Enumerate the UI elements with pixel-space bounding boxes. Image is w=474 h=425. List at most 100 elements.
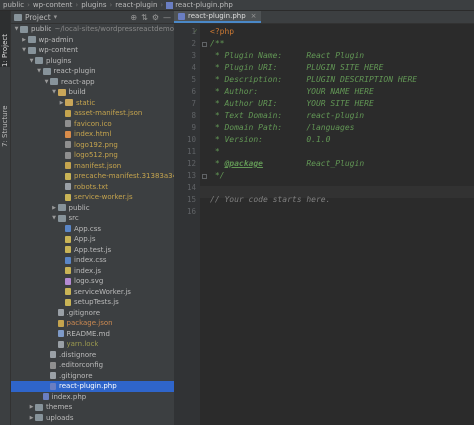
- project-tool-tab[interactable]: 1: Project: [0, 11, 10, 67]
- folder-icon: [50, 78, 58, 86]
- chevron-down-icon[interactable]: ▼: [51, 87, 58, 98]
- ico-file-icon: [65, 120, 71, 128]
- close-icon[interactable]: ×: [251, 12, 257, 20]
- fold-marker-icon[interactable]: [202, 42, 207, 47]
- doc-comment-text: * Text Domain: react-plugin: [210, 111, 365, 120]
- chevron-right-icon[interactable]: ▶: [51, 203, 58, 214]
- tree-row[interactable]: ▼ build: [11, 87, 174, 98]
- chevron-right-icon[interactable]: ▶: [28, 413, 35, 424]
- breadcrumb-separator: ›: [75, 1, 79, 9]
- chevron-right-icon[interactable]: ▶: [21, 35, 28, 46]
- tree-row[interactable]: precache-manifest.31383a34a6fdfd1: [11, 171, 174, 182]
- tree-row[interactable]: ▶ public: [11, 203, 174, 214]
- js-file-icon: [65, 235, 71, 243]
- tree-row[interactable]: react-plugin.php: [11, 381, 174, 392]
- tree-row[interactable]: index.php: [11, 392, 174, 403]
- tree-row[interactable]: README.md: [11, 329, 174, 340]
- tree-row[interactable]: ▶ wp-admin: [11, 35, 174, 46]
- chevron-down-icon[interactable]: ▼: [36, 66, 43, 77]
- chevron-down-icon[interactable]: ▾: [54, 13, 58, 21]
- tree-row[interactable]: logo.svg: [11, 276, 174, 287]
- tree-row[interactable]: .distignore: [11, 350, 174, 361]
- line-number: 15: [186, 195, 196, 204]
- breadcrumb-item[interactable]: react-plugin.php: [166, 1, 233, 9]
- tree-row[interactable]: index.css: [11, 255, 174, 266]
- tree-row[interactable]: ▶ uploads: [11, 413, 174, 424]
- tree-row[interactable]: serviceWorker.js: [11, 287, 174, 298]
- tree-row[interactable]: manifest.json: [11, 161, 174, 172]
- tree-row[interactable]: ▼ plugins: [11, 56, 174, 67]
- locate-icon[interactable]: ⊕: [130, 13, 137, 22]
- chevron-down-icon[interactable]: ▼: [28, 56, 35, 67]
- tree-row[interactable]: .gitignore: [11, 308, 174, 319]
- txt-file-icon: [50, 372, 56, 380]
- chevron-right-icon[interactable]: ▶: [58, 98, 65, 109]
- editor-tab[interactable]: react-plugin.php ×: [174, 11, 261, 23]
- code-line: */: [210, 171, 225, 180]
- tree-row[interactable]: App.js: [11, 234, 174, 245]
- fold-marker-icon[interactable]: [202, 174, 207, 179]
- breadcrumb-item[interactable]: wp-content: [33, 1, 73, 9]
- tree-row[interactable]: setupTests.js: [11, 297, 174, 308]
- code-line: * @package React_Plugin: [210, 159, 364, 168]
- hide-icon[interactable]: —: [163, 13, 171, 22]
- tree-item-label: precache-manifest.31383a34a6fdfd1: [74, 172, 174, 180]
- tree-row[interactable]: logo192.png: [11, 140, 174, 151]
- line-number: 2: [191, 39, 196, 48]
- tree-row[interactable]: ▼ public ~/local-sites/wordpressreactdemo: [11, 24, 174, 35]
- tree-row[interactable]: robots.txt: [11, 182, 174, 193]
- tree-row[interactable]: ▼ react-app: [11, 77, 174, 88]
- tree-row[interactable]: yarn.lock: [11, 339, 174, 350]
- breadcrumb-item[interactable]: public: [3, 1, 24, 9]
- breadcrumb-separator: ›: [27, 1, 30, 9]
- tree-row[interactable]: ▼ react-plugin: [11, 66, 174, 77]
- tree-row[interactable]: App.test.js: [11, 245, 174, 256]
- tree-row[interactable]: asset-manifest.json: [11, 108, 174, 119]
- tree-item-label: wp-content: [38, 46, 79, 54]
- doc-comment-text: React_Plugin: [262, 159, 365, 168]
- tree-item-label: static: [76, 98, 96, 107]
- tree-row[interactable]: index.js: [11, 266, 174, 277]
- tree-row[interactable]: .editorconfig: [11, 360, 174, 371]
- css-file-icon: [65, 256, 71, 264]
- collapse-all-icon[interactable]: ⇅: [141, 13, 148, 22]
- project-view-selector[interactable]: Project: [25, 13, 51, 22]
- tree-row[interactable]: index.html: [11, 129, 174, 140]
- code-editor[interactable]: <?php /** * Plugin Name: React Plugin * P…: [200, 24, 474, 425]
- tree-row[interactable]: ▶ themes: [11, 402, 174, 413]
- chevron-down-icon[interactable]: ▼: [51, 213, 58, 224]
- breadcrumb-item[interactable]: plugins: [81, 1, 106, 9]
- tree-row[interactable]: ▼ src: [11, 213, 174, 224]
- tree-row[interactable]: package.json: [11, 318, 174, 329]
- doc-comment-text: * Domain Path: /languages: [210, 123, 355, 132]
- line-number: 10: [186, 135, 196, 144]
- chevron-right-icon[interactable]: ▶: [28, 402, 35, 413]
- breadcrumb-label: react-plugin: [115, 1, 158, 9]
- js-file-icon: [65, 246, 71, 254]
- tree-row[interactable]: service-worker.js: [11, 192, 174, 203]
- doc-comment-text: * Plugin Name: React Plugin: [210, 51, 365, 60]
- tree-item-label: react-app: [61, 77, 95, 86]
- tree-row[interactable]: ▶ static: [11, 98, 174, 109]
- line-comment: // Your code starts here.: [210, 195, 331, 204]
- folder-icon: [65, 99, 73, 107]
- tree-item-label: README.md: [66, 329, 110, 338]
- chevron-down-icon[interactable]: ▼: [43, 77, 50, 88]
- tree-row[interactable]: logo512.png: [11, 150, 174, 161]
- chevron-down-icon[interactable]: ▼: [21, 45, 28, 56]
- breadcrumb-item[interactable]: react-plugin: [115, 1, 157, 9]
- php-open-tag: <?php: [210, 27, 235, 36]
- line-number: 14: [186, 183, 196, 192]
- tree-row[interactable]: favicon.ico: [11, 119, 174, 130]
- gear-icon[interactable]: ⚙: [152, 13, 159, 22]
- structure-tool-tab[interactable]: 7: Structure: [0, 91, 10, 147]
- line-number: 5: [191, 75, 196, 84]
- line-number: 7: [191, 99, 196, 108]
- img-file-icon: [65, 151, 71, 159]
- tree-row[interactable]: App.css: [11, 224, 174, 235]
- tree-row[interactable]: .gitignore: [11, 371, 174, 382]
- chevron-down-icon[interactable]: ▼: [13, 24, 20, 35]
- folder-icon: [27, 36, 36, 44]
- tree-row[interactable]: ▼ wp-content: [11, 45, 174, 56]
- tree-item-label: index.js: [74, 266, 101, 275]
